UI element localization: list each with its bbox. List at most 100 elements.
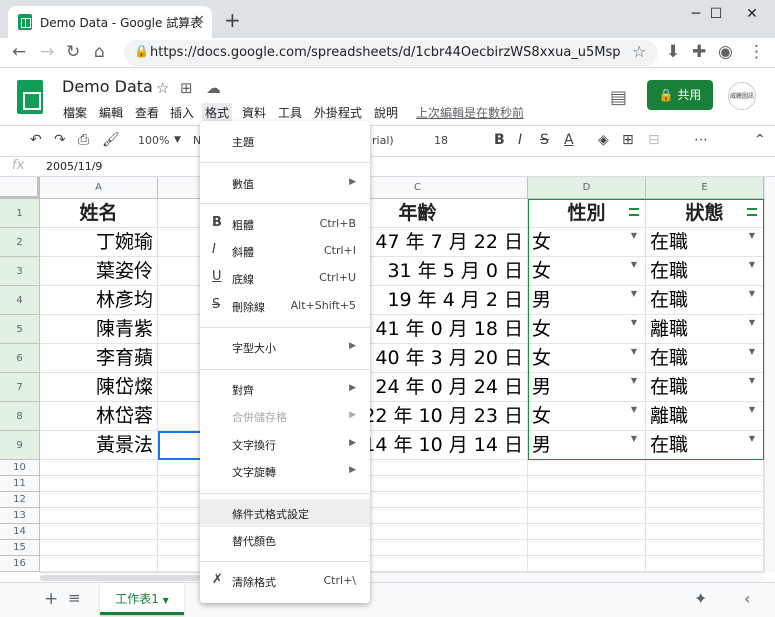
close-window-icon[interactable]: ✕ xyxy=(732,6,772,22)
star-icon[interactable]: ☆ xyxy=(156,79,169,97)
grid-cell[interactable] xyxy=(40,540,158,556)
menu-item-alternating-colors[interactable]: 替代顏色 xyxy=(200,526,370,554)
merge-cells-icon[interactable]: ⊟ xyxy=(648,132,660,148)
dropdown-arrow-icon[interactable]: ▼ xyxy=(749,228,755,250)
row-header[interactable]: 1 xyxy=(0,199,40,228)
grid-cell[interactable] xyxy=(528,508,646,524)
row-header[interactable]: 9 xyxy=(0,431,40,460)
menu-item-theme[interactable]: 主題 xyxy=(200,127,370,155)
omnibox[interactable]: 🔒 https://docs.google.com/spreadsheets/d… xyxy=(124,40,658,66)
grid-cell[interactable]: 離職 ▼ xyxy=(646,402,764,431)
grid-cell[interactable]: 姓名 xyxy=(40,199,158,228)
dropdown-arrow-icon[interactable]: ▼ xyxy=(631,431,637,453)
dropdown-arrow-icon[interactable]: ▼ xyxy=(631,315,637,337)
grid-cell[interactable]: 離職 ▼ xyxy=(646,315,764,344)
profile-icon[interactable]: ◉ xyxy=(718,42,733,62)
dropdown-arrow-icon[interactable]: ▼ xyxy=(749,373,755,395)
grid-cell[interactable]: 女 ▼ xyxy=(528,402,646,431)
grid-cell[interactable] xyxy=(528,556,646,572)
browser-menu-icon[interactable]: ⋮ xyxy=(748,42,765,62)
select-all-corner[interactable] xyxy=(0,177,40,199)
row-header[interactable]: 8 xyxy=(0,402,40,431)
dropdown-arrow-icon[interactable]: ▼ xyxy=(631,373,637,395)
row-header[interactable]: 14 xyxy=(0,524,40,540)
explore-icon[interactable]: ✦ xyxy=(694,589,707,608)
menu-file[interactable]: 檔案 xyxy=(60,103,90,122)
grid-cell[interactable]: 陳岱燦 xyxy=(40,373,158,402)
formula-input[interactable]: 2005/11/9 xyxy=(46,160,102,173)
menu-format[interactable]: 格式 xyxy=(202,103,233,122)
column-header-d[interactable]: D xyxy=(528,177,646,199)
grid-cell[interactable] xyxy=(646,540,764,556)
grid-cell[interactable] xyxy=(528,460,646,476)
menu-insert[interactable]: 插入 xyxy=(167,103,197,122)
menu-item-italic[interactable]: I 斜體 Ctrl+I xyxy=(200,237,370,265)
close-tab-icon[interactable]: ✕ xyxy=(194,13,205,28)
row-header[interactable]: 15 xyxy=(0,540,40,556)
dropdown-arrow-icon[interactable]: ▼ xyxy=(749,257,755,279)
bold-icon[interactable]: B xyxy=(494,132,505,148)
menu-item-underline[interactable]: U 底線 Ctrl+U xyxy=(200,264,370,292)
row-header[interactable]: 4 xyxy=(0,286,40,315)
grid-cell[interactable]: 性別 xyxy=(528,199,646,228)
all-sheets-icon[interactable]: ≡ xyxy=(68,589,81,607)
grid-cell[interactable]: 在職 ▼ xyxy=(646,431,764,460)
dropdown-arrow-icon[interactable]: ▼ xyxy=(749,431,755,453)
grid-cell[interactable]: 狀態 xyxy=(646,199,764,228)
filter-icon[interactable] xyxy=(747,208,757,216)
grid-cell[interactable]: 女 ▼ xyxy=(528,228,646,257)
font-select[interactable]: rial) xyxy=(372,134,394,147)
grid-cell[interactable]: 林岱蓉 xyxy=(40,402,158,431)
menu-item-strikethrough[interactable]: S 刪除線 Alt+Shift+5 xyxy=(200,292,370,320)
menu-item-font-size[interactable]: 字型大小 ▶ xyxy=(200,333,370,361)
dropdown-arrow-icon[interactable]: ▼ xyxy=(631,344,637,366)
print-icon[interactable]: ⎙ xyxy=(78,132,89,148)
filter-icon[interactable] xyxy=(629,208,639,216)
font-size-select[interactable]: 18 xyxy=(434,134,448,147)
row-header[interactable]: 10 xyxy=(0,460,40,476)
menu-data[interactable]: 資料 xyxy=(239,103,269,122)
fill-color-icon[interactable]: ◈ xyxy=(598,132,609,148)
grid-cell[interactable] xyxy=(646,492,764,508)
lock-icon[interactable]: 🔒 xyxy=(134,44,149,58)
last-edit-link[interactable]: 上次編輯是在數秒前 xyxy=(416,104,524,121)
doc-title[interactable]: Demo Data xyxy=(62,77,153,96)
grid-cell[interactable]: 在職 ▼ xyxy=(646,257,764,286)
dropdown-arrow-icon[interactable]: ▼ xyxy=(631,257,637,279)
row-header[interactable]: 3 xyxy=(0,257,40,286)
url-text[interactable]: https://docs.google.com/spreadsheets/d/1… xyxy=(150,45,620,60)
add-sheet-icon[interactable]: + xyxy=(44,589,58,609)
grid-cell[interactable] xyxy=(528,524,646,540)
italic-icon[interactable]: I xyxy=(518,132,522,148)
menu-edit[interactable]: 編輯 xyxy=(96,103,126,122)
grid-cell[interactable] xyxy=(40,492,158,508)
dropdown-arrow-icon[interactable]: ▼ xyxy=(749,286,755,308)
browser-tab[interactable]: Demo Data - Google 試算表 ✕ xyxy=(8,6,212,38)
move-folder-icon[interactable]: ⊞ xyxy=(180,79,193,97)
strikethrough-icon[interactable]: S xyxy=(540,132,549,148)
menu-item-wrap[interactable]: 文字換行 ▶ xyxy=(200,430,370,458)
grid-cell[interactable] xyxy=(646,524,764,540)
menu-view[interactable]: 查看 xyxy=(132,103,162,122)
column-header-e[interactable]: E xyxy=(646,177,764,199)
undo-icon[interactable]: ↶ xyxy=(30,132,42,148)
grid-cell[interactable]: 女 ▼ xyxy=(528,257,646,286)
grid-cell[interactable] xyxy=(40,508,158,524)
grid-cell[interactable]: 在職 ▼ xyxy=(646,373,764,402)
paint-format-icon[interactable]: 🖌 xyxy=(102,132,120,148)
dropdown-arrow-icon[interactable]: ▼ xyxy=(749,315,755,337)
row-header[interactable]: 13 xyxy=(0,508,40,524)
maximize-icon[interactable]: ☐ xyxy=(696,6,736,22)
menu-help[interactable]: 說明 xyxy=(371,103,401,122)
grid-cell[interactable] xyxy=(528,540,646,556)
row-header[interactable]: 11 xyxy=(0,476,40,492)
menu-item-clear-format[interactable]: ✗ 清除格式 Ctrl+\ xyxy=(200,567,370,595)
grid-cell[interactable]: 林彥均 xyxy=(40,286,158,315)
chevron-down-icon[interactable]: ▼ xyxy=(174,135,181,145)
grid-cell[interactable] xyxy=(40,476,158,492)
download-icon[interactable]: ⬇ xyxy=(666,42,680,62)
grid-cell[interactable] xyxy=(646,556,764,572)
row-header[interactable]: 16 xyxy=(0,556,40,572)
borders-icon[interactable]: ⊞ xyxy=(622,132,634,148)
more-icon[interactable]: ⋯ xyxy=(694,132,708,148)
